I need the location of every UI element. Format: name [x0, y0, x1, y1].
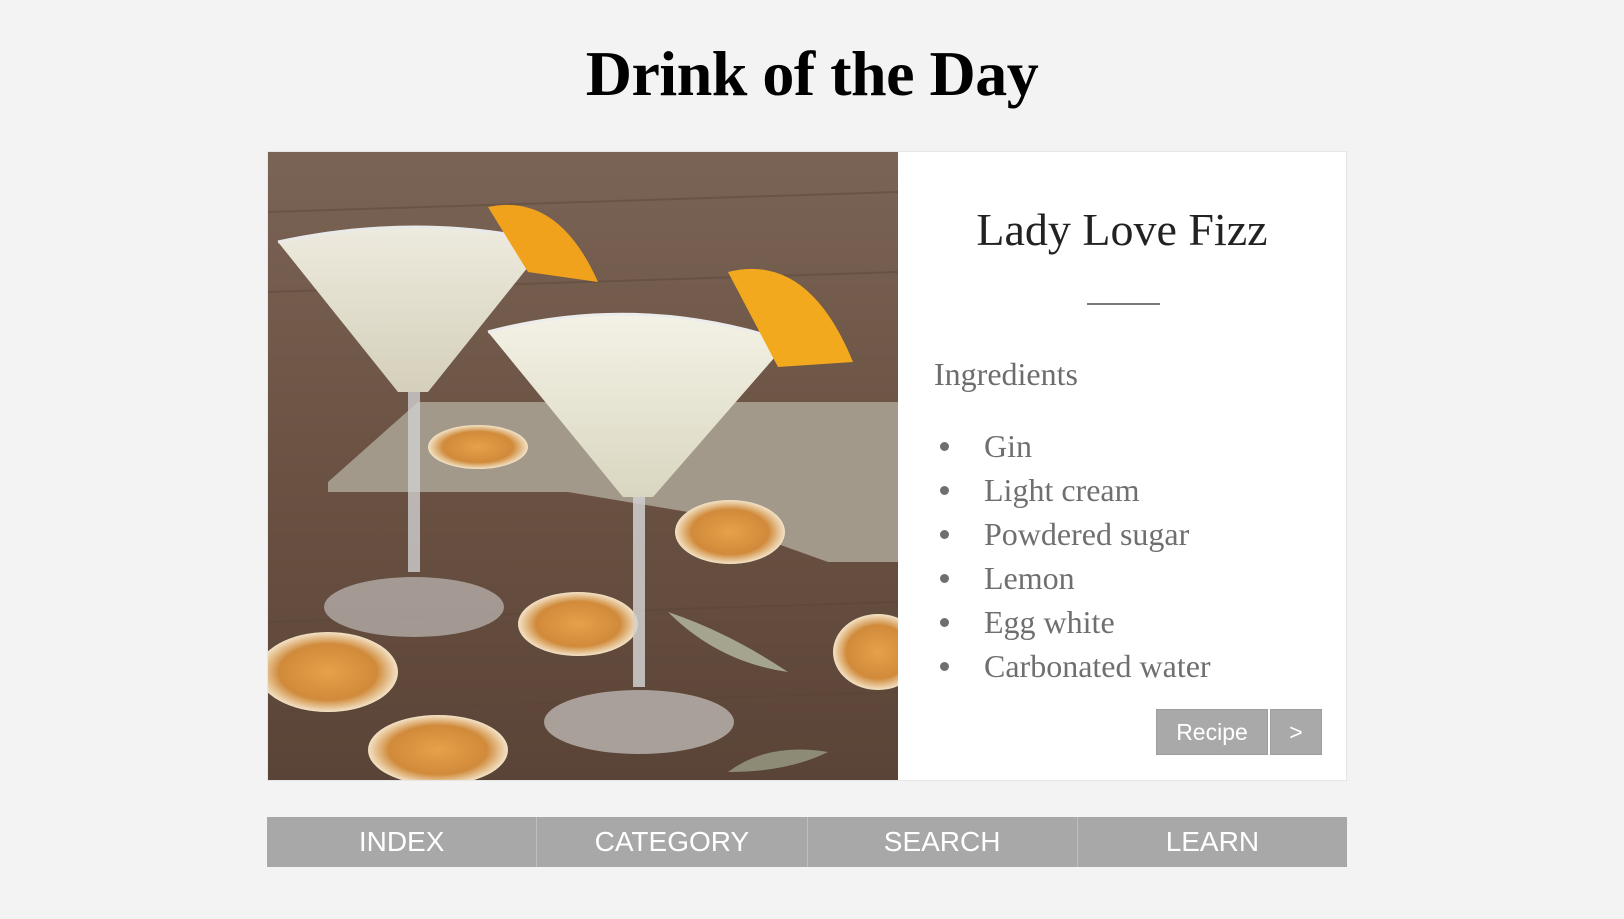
nav-item-category[interactable]: CATEGORY — [537, 817, 808, 867]
ingredient-item: Light cream — [934, 468, 1211, 512]
ingredients-heading: Ingredients — [934, 356, 1078, 392]
ingredient-label: Lemon — [984, 560, 1075, 596]
nav-item-index[interactable]: INDEX — [267, 817, 538, 867]
ingredient-label: Gin — [984, 428, 1032, 464]
bullet-icon — [940, 486, 949, 495]
ingredient-item: Gin — [934, 424, 1211, 468]
cocktail-photo-icon — [268, 152, 898, 780]
ingredient-label: Egg white — [984, 604, 1115, 640]
ingredient-label: Powdered sugar — [984, 516, 1190, 552]
bullet-icon — [940, 574, 949, 583]
bullet-icon — [940, 662, 949, 671]
bullet-icon — [940, 530, 949, 539]
nav-item-search[interactable]: SEARCH — [808, 817, 1078, 867]
ingredient-label: Carbonated water — [984, 648, 1211, 684]
drink-info-panel: Lady Love Fizz Ingredients Gin Light cre… — [898, 152, 1346, 780]
title-divider — [1087, 303, 1160, 305]
ingredients-list: Gin Light cream Powdered sugar Lemon Egg… — [934, 424, 1211, 688]
bullet-icon — [940, 618, 949, 627]
drink-card: Lady Love Fizz Ingredients Gin Light cre… — [267, 151, 1347, 781]
ingredient-label: Light cream — [984, 472, 1140, 508]
page-title: Drink of the Day — [585, 38, 1039, 109]
ingredient-item: Egg white — [934, 600, 1211, 644]
drink-name: Lady Love Fizz — [976, 204, 1268, 255]
drink-photo — [268, 152, 898, 780]
ingredient-item: Carbonated water — [934, 644, 1211, 688]
nav-item-learn[interactable]: LEARN — [1078, 817, 1347, 867]
bottom-nav: INDEX CATEGORY SEARCH LEARN — [267, 817, 1347, 867]
bullet-icon — [940, 442, 949, 451]
ingredient-item: Lemon — [934, 556, 1211, 600]
ingredient-item: Powdered sugar — [934, 512, 1211, 556]
next-button[interactable]: > — [1270, 709, 1322, 755]
recipe-button[interactable]: Recipe — [1156, 709, 1268, 755]
recipe-button-group: Recipe > — [1156, 709, 1322, 755]
